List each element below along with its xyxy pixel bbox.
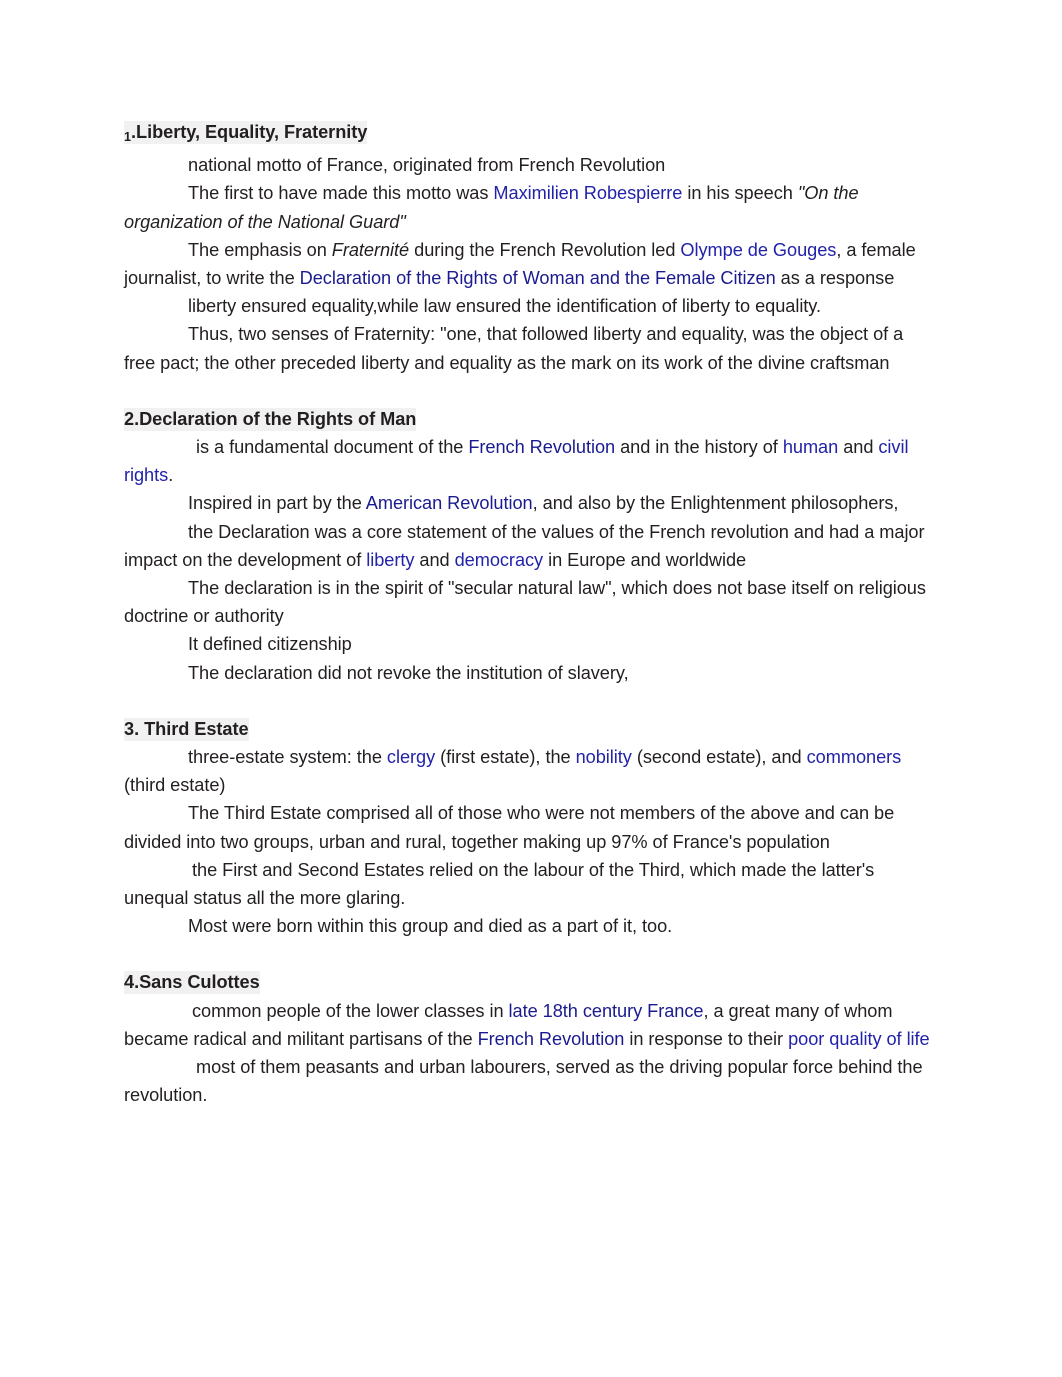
section-third-estate: 3. Third Estate three-estate system: the… [124, 715, 939, 941]
section-sans-culottes: 4.Sans Culottes common people of the low… [124, 968, 939, 1109]
section-heading-1: 1.Liberty, Equality, Fraternity [124, 118, 939, 151]
link-french-revolution[interactable]: French Revolution [468, 437, 615, 457]
section-title-1: .Liberty, Equality, Fraternity [131, 122, 368, 142]
paragraph: The first to have made this motto was Ma… [124, 183, 859, 232]
link-declaration-rights-of-woman[interactable]: Declaration of the Rights of Woman and t… [300, 268, 776, 288]
document-body: 1.Liberty, Equality, Fraternity national… [124, 118, 939, 1110]
paragraph: The declaration did not revoke the insti… [188, 662, 629, 683]
link-late-18th-century-france[interactable]: late 18th century France [509, 1001, 704, 1021]
link-french-revolution-2[interactable]: French Revolution [478, 1029, 625, 1049]
link-olympe-de-gouges[interactable]: Olympe de Gouges [680, 240, 836, 260]
paragraph: three-estate system: the clergy (first e… [124, 747, 902, 796]
link-maximilien-robespierre[interactable]: Maximilien Robespierre [493, 183, 682, 203]
link-human[interactable]: human [783, 437, 838, 457]
paragraph: the Declaration was a core statement of … [124, 521, 925, 570]
section-title-3: 3. Third Estate [124, 717, 249, 741]
quoted-speech-title: "On the organization of the National Gua… [124, 183, 859, 232]
link-commoners[interactable]: commoners [807, 747, 902, 767]
section-heading-3: 3. Third Estate [124, 715, 939, 743]
paragraph: The declaration is in the spirit of "sec… [124, 578, 926, 627]
paragraph: common people of the lower classes in la… [124, 1000, 930, 1049]
link-clergy[interactable]: clergy [387, 747, 435, 767]
section-title-4: 4.Sans Culottes [124, 971, 260, 995]
section-title-2: 2.Declaration of the Rights of Man [124, 407, 417, 431]
paragraph: the First and Second Estates relied on t… [124, 859, 875, 909]
section-heading-2: 2.Declaration of the Rights of Man [124, 405, 939, 433]
link-poor-quality-of-life[interactable]: poor quality of life [788, 1029, 930, 1049]
paragraph: The Third Estate comprised all of those … [124, 803, 895, 852]
paragraph: liberty ensured equality,while law ensur… [188, 296, 822, 317]
paragraph: Inspired in part by the American Revolut… [188, 493, 899, 514]
link-american-revolution[interactable]: American Revolution [366, 493, 533, 513]
link-nobility[interactable]: nobility [576, 747, 632, 767]
term-fraternite: Fraternité [331, 239, 410, 260]
section-liberty-equality-fraternity: 1.Liberty, Equality, Fraternity national… [124, 118, 939, 377]
paragraph: is a fundamental document of the French … [124, 437, 909, 486]
section-declaration-rights-of-man: 2.Declaration of the Rights of Man is a … [124, 405, 939, 687]
section-heading-4: 4.Sans Culottes [124, 968, 939, 996]
paragraph: national motto of France, originated fro… [188, 155, 666, 176]
section-number-1: 1 [124, 130, 132, 144]
paragraph: Thus, two senses of Fraternity: "one, th… [124, 324, 904, 373]
document-page: 1.Liberty, Equality, Fraternity national… [0, 0, 1062, 1377]
paragraph: most of them peasants and urban labourer… [124, 1057, 923, 1106]
paragraph: The emphasis on Fraternité during the Fr… [124, 239, 916, 289]
link-liberty[interactable]: liberty [366, 550, 414, 570]
paragraph: Most were born within this group and die… [188, 916, 673, 937]
paragraph: It defined citizenship [188, 634, 352, 655]
link-democracy[interactable]: democracy [455, 550, 544, 570]
